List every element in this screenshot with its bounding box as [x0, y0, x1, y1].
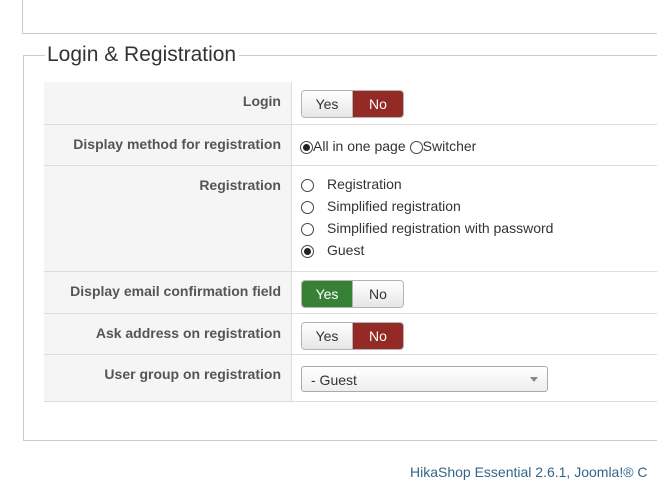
- row-display-method: Display method for registration All in o…: [44, 124, 657, 166]
- all-in-one-page-radio[interactable]: [300, 140, 313, 154]
- guest-option: Guest: [301, 239, 657, 261]
- user-group-select[interactable]: - Guest: [301, 365, 548, 392]
- row-registration: Registration Registration Simplified reg…: [44, 165, 657, 272]
- row-ask-address: Ask address on registration Yes No: [44, 313, 657, 355]
- login-label: Login: [44, 82, 292, 125]
- email-confirmation-toggle: Yes No: [301, 279, 404, 308]
- ask-address-yes-button[interactable]: Yes: [302, 322, 352, 349]
- user-group-label: User group on registration: [44, 354, 292, 402]
- row-email-confirmation: Display email confirmation field Yes No: [44, 271, 657, 314]
- switcher-label[interactable]: Switcher: [423, 138, 477, 154]
- row-login: Login Yes No: [44, 82, 657, 125]
- ask-address-label: Ask address on registration: [44, 313, 292, 355]
- ask-address-no-button[interactable]: No: [352, 322, 403, 349]
- page: Login & Registration Login Yes No Displa…: [0, 0, 657, 496]
- settings-table: Login Yes No Display method for registra…: [44, 82, 657, 402]
- email-confirmation-yes-button[interactable]: Yes: [302, 280, 352, 307]
- row-user-group: User group on registration - Guest: [44, 354, 657, 402]
- previous-panel: [22, 0, 657, 34]
- registration-label: Registration: [44, 165, 292, 272]
- simplified-registration-password-label[interactable]: Simplified registration with password: [327, 220, 553, 236]
- ask-address-toggle: Yes No: [301, 321, 404, 350]
- footer-version-link[interactable]: HikaShop Essential 2.6.1, Joomla!® C: [410, 464, 648, 480]
- simplified-registration-option: Simplified registration: [301, 195, 657, 217]
- chevron-down-icon: [530, 376, 538, 382]
- login-toggle: Yes No: [301, 90, 404, 118]
- guest-label[interactable]: Guest: [327, 242, 364, 258]
- fieldset-legend: Login & Registration: [45, 41, 240, 69]
- simplified-registration-radio[interactable]: [301, 200, 314, 214]
- email-confirmation-no-button[interactable]: No: [352, 280, 403, 307]
- registration-radio[interactable]: [301, 178, 314, 192]
- login-yes-button[interactable]: Yes: [302, 91, 352, 117]
- registration-option-label[interactable]: Registration: [327, 176, 402, 192]
- display-method-radios: All in one page Switcher: [300, 135, 657, 157]
- simplified-registration-password-option: Simplified registration with password: [301, 217, 657, 239]
- all-in-one-page-label[interactable]: All in one page: [313, 138, 406, 154]
- user-group-selected-value: - Guest: [311, 371, 357, 388]
- guest-radio[interactable]: [301, 244, 314, 258]
- login-no-button[interactable]: No: [352, 91, 403, 117]
- simplified-registration-label[interactable]: Simplified registration: [327, 198, 461, 214]
- switcher-radio[interactable]: [409, 140, 423, 154]
- email-confirmation-label: Display email confirmation field: [44, 271, 292, 314]
- simplified-registration-password-radio[interactable]: [301, 222, 314, 236]
- registration-option: Registration: [301, 173, 657, 195]
- display-method-label: Display method for registration: [44, 124, 292, 166]
